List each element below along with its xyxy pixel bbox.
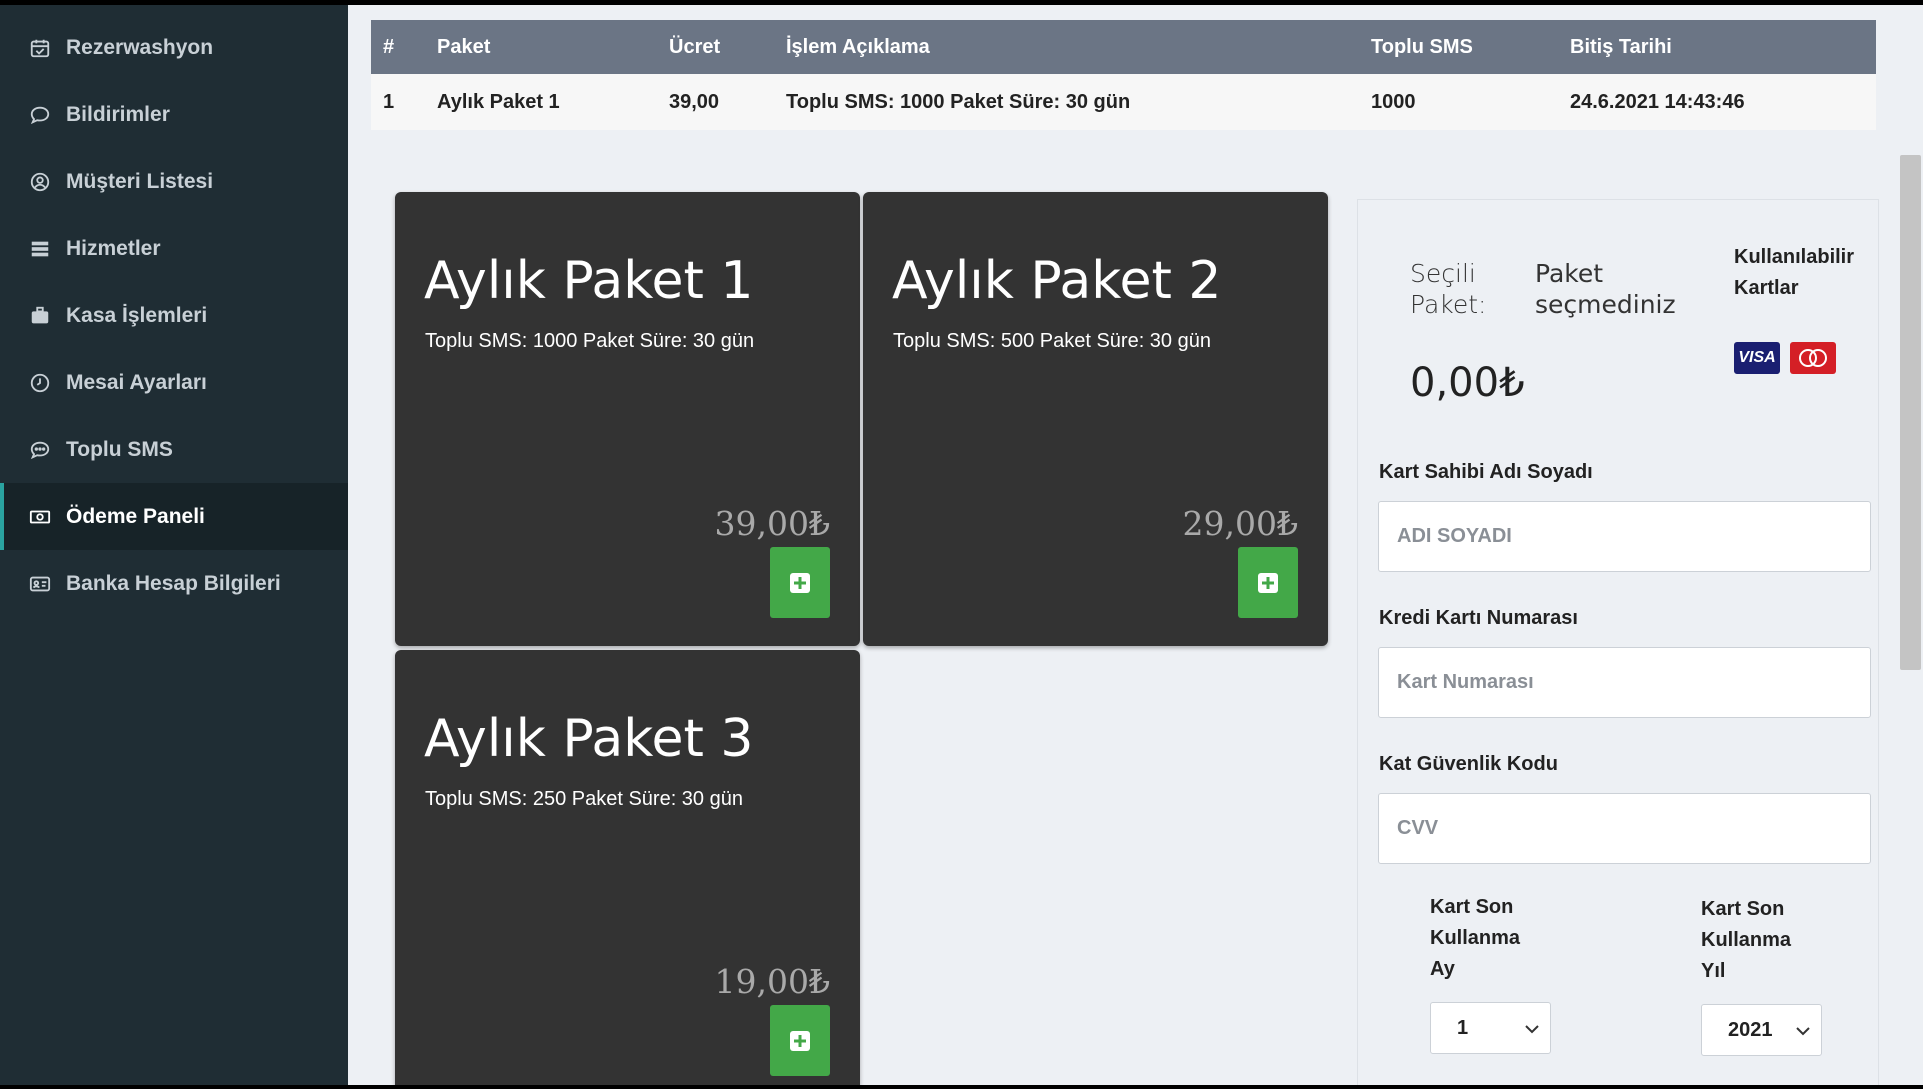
total-amount: 0,00₺ bbox=[1410, 360, 1525, 406]
payment-panel: Seçili Paket: Paket seçmediniz Kullanıla… bbox=[1357, 199, 1879, 1085]
selected-package-label: Seçili Paket: bbox=[1410, 259, 1487, 319]
briefcase-icon bbox=[28, 304, 52, 328]
sidebar-item-label: Müşteri Listesi bbox=[66, 169, 214, 193]
sidebar-item-rezervasyon[interactable]: Rezerwashyon bbox=[0, 14, 348, 81]
id-card-icon bbox=[28, 572, 52, 596]
column-header: Toplu SMS bbox=[1371, 35, 1473, 58]
package-price: 39,00₺ bbox=[714, 504, 830, 543]
sidebar-item-label: Bildirimler bbox=[66, 102, 170, 126]
expiry-month-value: 1 bbox=[1457, 1016, 1469, 1039]
sidebar-item-odeme-paneli[interactable]: Ödeme Paneli bbox=[0, 483, 348, 550]
card-holder-label: Kart Sahibi Adı Soyadı bbox=[1379, 461, 1593, 483]
comment-dots-icon bbox=[28, 438, 52, 462]
column-header: Paket bbox=[437, 35, 491, 58]
sidebar-item-mesai-ayarlari[interactable]: Mesai Ayarları bbox=[0, 349, 348, 416]
package-title: Aylık Paket 1 bbox=[424, 251, 754, 311]
table-cell: Aylık Paket 1 bbox=[437, 90, 560, 113]
add-package-button[interactable] bbox=[770, 1005, 830, 1076]
chevron-down-icon bbox=[1796, 1027, 1810, 1036]
column-header: # bbox=[383, 35, 395, 58]
card-number-input[interactable] bbox=[1378, 647, 1871, 718]
plus-square-icon bbox=[1258, 572, 1278, 593]
expiry-month-label: Kart Son Kullanma Ay bbox=[1430, 896, 1521, 980]
package-price: 19,00₺ bbox=[714, 962, 830, 1001]
visa-card-icon: VISA bbox=[1734, 342, 1780, 374]
package-description: Toplu SMS: 250 Paket Süre: 30 gün bbox=[425, 788, 743, 810]
add-package-button[interactable] bbox=[770, 547, 830, 618]
sidebar: Rezerwashyon Bildirimler Müşteri Listesi… bbox=[0, 5, 348, 1085]
column-header: Ücret bbox=[669, 35, 721, 58]
list-icon bbox=[28, 237, 52, 261]
column-header: Bitiş Tarihi bbox=[1570, 35, 1672, 58]
column-header: İşlem Açıklama bbox=[786, 35, 930, 58]
scrollbar-thumb[interactable] bbox=[1900, 155, 1921, 670]
cvv-label: Kat Güvenlik Kodu bbox=[1379, 753, 1558, 775]
table-cell: 1000 bbox=[1371, 90, 1416, 113]
package-description: Toplu SMS: 500 Paket Süre: 30 gün bbox=[893, 330, 1211, 352]
chevron-down-icon bbox=[1525, 1025, 1539, 1034]
comment-icon bbox=[28, 103, 52, 127]
table-row: 1 Aylık Paket 1 39,00 Toplu SMS: 1000 Pa… bbox=[371, 74, 1876, 130]
package-card: Aylık Paket 1 Toplu SMS: 1000 Paket Süre… bbox=[395, 192, 860, 646]
package-description: Toplu SMS: 1000 Paket Süre: 30 gün bbox=[425, 330, 755, 352]
sidebar-item-musteri-listesi[interactable]: Müşteri Listesi bbox=[0, 148, 348, 215]
money-bill-icon bbox=[28, 505, 52, 529]
selected-package-value: Paket seçmediniz bbox=[1535, 259, 1676, 319]
purchase-table: # Paket Ücret İşlem Açıklama Toplu SMS B… bbox=[371, 20, 1876, 130]
table-cell: 39,00 bbox=[669, 90, 720, 113]
expiry-month-select[interactable]: 1 bbox=[1430, 1002, 1551, 1054]
user-circle-icon bbox=[28, 170, 52, 194]
package-title: Aylık Paket 2 bbox=[892, 251, 1222, 311]
cvv-input[interactable] bbox=[1378, 793, 1871, 864]
sidebar-item-hizmetler[interactable]: Hizmetler bbox=[0, 215, 348, 282]
plus-square-icon bbox=[790, 1030, 810, 1051]
plus-square-icon bbox=[790, 572, 810, 593]
card-number-label: Kredi Kartı Numarası bbox=[1379, 607, 1578, 629]
sidebar-item-label: Ödeme Paneli bbox=[66, 504, 205, 528]
sidebar-item-label: Banka Hesap Bilgileri bbox=[66, 571, 281, 595]
mastercard-icon bbox=[1790, 342, 1836, 374]
table-cell: 24.6.2021 14:43:46 bbox=[1570, 90, 1745, 113]
sidebar-item-label: Hizmetler bbox=[66, 236, 161, 260]
sidebar-item-label: Kasa İşlemleri bbox=[66, 303, 208, 327]
clock-icon bbox=[28, 371, 52, 395]
app-screen: Rezerwashyon Bildirimler Müşteri Listesi… bbox=[0, 5, 1923, 1085]
calendar-check-icon bbox=[28, 36, 52, 60]
card-holder-input[interactable] bbox=[1378, 501, 1871, 572]
package-card: Aylık Paket 2 Toplu SMS: 500 Paket Süre:… bbox=[863, 192, 1328, 646]
sidebar-item-toplu-sms[interactable]: Toplu SMS bbox=[0, 416, 348, 483]
expiry-year-value: 2021 bbox=[1728, 1018, 1773, 1041]
package-title: Aylık Paket 3 bbox=[424, 709, 754, 769]
table-header-row: # Paket Ücret İşlem Açıklama Toplu SMS B… bbox=[371, 20, 1876, 74]
sidebar-item-kasa-islemleri[interactable]: Kasa İşlemleri bbox=[0, 282, 348, 349]
accepted-cards-title: Kullanılabilir Kartlar bbox=[1734, 246, 1855, 299]
expiry-year-label: Kart Son Kullanma Yıl bbox=[1701, 898, 1792, 982]
add-package-button[interactable] bbox=[1238, 547, 1298, 618]
sidebar-item-label: Mesai Ayarları bbox=[66, 370, 207, 394]
sidebar-item-label: Rezerwashyon bbox=[66, 35, 214, 59]
table-cell: 1 bbox=[383, 90, 395, 113]
package-card: Aylık Paket 3 Toplu SMS: 250 Paket Süre:… bbox=[395, 650, 860, 1085]
package-price: 29,00₺ bbox=[1182, 504, 1298, 543]
sidebar-item-label: Toplu SMS bbox=[66, 437, 173, 461]
sidebar-item-banka-hesap-bilgileri[interactable]: Banka Hesap Bilgileri bbox=[0, 550, 348, 617]
sidebar-item-bildirimler[interactable]: Bildirimler bbox=[0, 81, 348, 148]
expiry-year-select[interactable]: 2021 bbox=[1701, 1004, 1822, 1056]
table-cell: Toplu SMS: 1000 Paket Süre: 30 gün bbox=[786, 90, 1131, 113]
